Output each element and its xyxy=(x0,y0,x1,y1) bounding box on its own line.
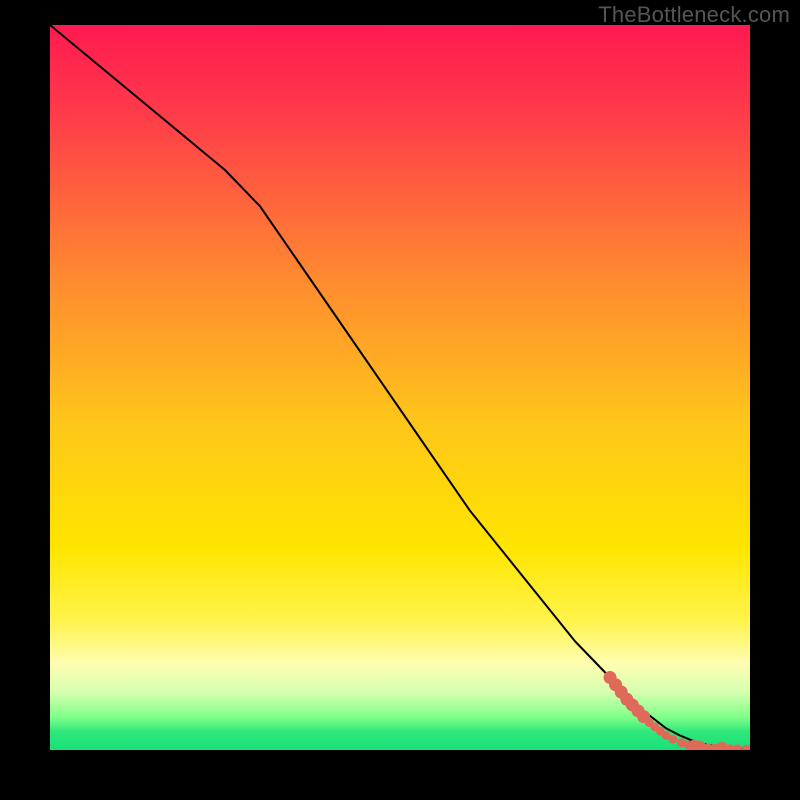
data-point xyxy=(669,735,678,744)
gradient-background xyxy=(50,25,750,750)
bottleneck-chart xyxy=(50,25,750,750)
plot-area xyxy=(50,25,750,750)
attribution-label: TheBottleneck.com xyxy=(598,2,790,28)
chart-frame: TheBottleneck.com xyxy=(0,0,800,800)
